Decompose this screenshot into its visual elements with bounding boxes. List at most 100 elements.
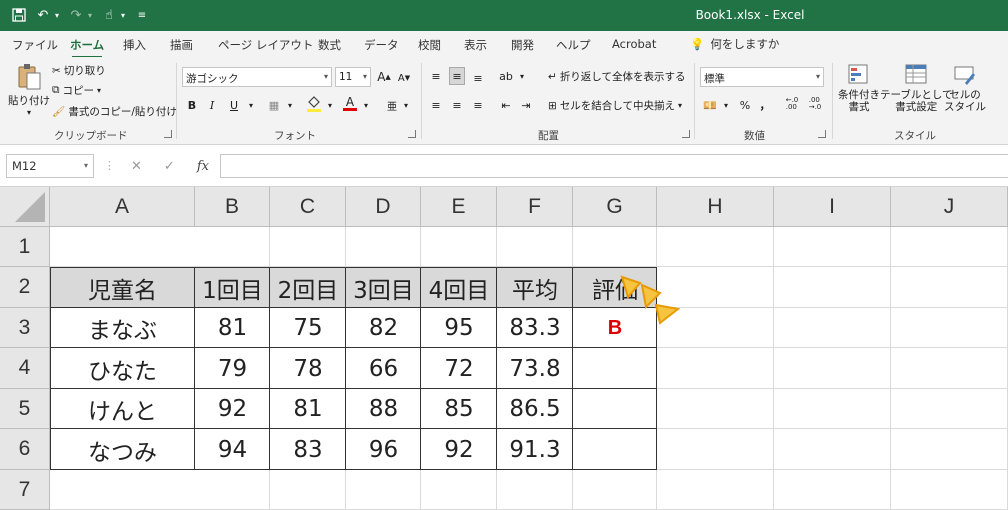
table-cell[interactable]: 81 (270, 389, 346, 429)
conditional-formatting-button[interactable]: 条件付き 書式 (838, 63, 880, 113)
worksheet-grid[interactable]: A B C D E F G H I J 1 2 3 4 5 6 7 児童名 1回目 2回目 3回目 4回目 平均 評価 まなぶ 8… (0, 187, 1008, 510)
table-cell[interactable]: なつみ (50, 429, 195, 470)
table-cell[interactable]: 75 (270, 308, 346, 348)
borders-icon[interactable]: ▦ (266, 96, 282, 114)
table-cell[interactable]: けんと (50, 389, 195, 429)
wrap-text-button[interactable]: ↵ 折り返して全体を表示する (548, 69, 686, 84)
column-header-e[interactable]: E (421, 187, 497, 227)
tab-developer[interactable]: 開発 (511, 37, 534, 53)
table-cell[interactable]: 85 (421, 389, 497, 429)
table-cell[interactable]: ひなた (50, 348, 195, 389)
table-cell[interactable]: 96 (346, 429, 421, 470)
row-header-2[interactable]: 2 (0, 267, 50, 308)
table-cell[interactable]: 95 (421, 308, 497, 348)
tab-help[interactable]: ヘルプ (556, 37, 591, 53)
alignment-launcher-icon[interactable] (682, 130, 690, 138)
format-painter-button[interactable]: 🖌 書式のコピー/貼り付け (52, 104, 177, 119)
cut-button[interactable]: ✂ 切り取り (52, 63, 106, 78)
shrink-font-button[interactable]: A ▼ (396, 69, 412, 87)
orientation-icon[interactable]: ab (498, 67, 514, 85)
align-bottom-icon[interactable]: ≡ (470, 69, 486, 87)
insert-function-button[interactable]: fx (197, 159, 209, 174)
chevron-down-icon[interactable]: ▾ (718, 96, 734, 114)
table-cell[interactable]: 82 (346, 308, 421, 348)
format-as-table-button[interactable]: テーブルとして 書式設定 (880, 63, 953, 113)
table-cell[interactable]: 66 (346, 348, 421, 389)
table-cell[interactable]: 91.3 (497, 429, 573, 470)
table-cell[interactable]: 88 (346, 389, 421, 429)
select-all-button[interactable] (0, 187, 50, 227)
font-launcher-icon[interactable] (408, 130, 416, 138)
font-name-select[interactable]: 游ゴシック ▾ (182, 67, 332, 87)
cell-styles-button[interactable]: セルの スタイル (944, 63, 986, 113)
tab-file[interactable]: ファイル (12, 37, 58, 53)
table-cell[interactable]: 81 (195, 308, 270, 348)
table-cell[interactable]: 92 (421, 429, 497, 470)
fill-color-button[interactable] (306, 95, 322, 113)
table-cell[interactable]: 86.5 (497, 389, 573, 429)
grade-cell[interactable] (573, 348, 657, 389)
name-box[interactable]: M12 ▾ (6, 154, 94, 178)
tell-me-box[interactable]: 💡 何をしますか (690, 36, 779, 52)
table-header-cell[interactable]: 4回目 (421, 267, 497, 308)
column-header-f[interactable]: F (497, 187, 573, 227)
table-cell[interactable]: 73.8 (497, 348, 573, 389)
merge-center-button[interactable]: ⊞ セルを結合して中央揃え ▾ (548, 98, 682, 113)
tab-review[interactable]: 校閲 (418, 37, 441, 53)
table-cell[interactable]: 79 (195, 348, 270, 389)
table-cell[interactable]: 78 (270, 348, 346, 389)
number-format-select[interactable]: 標準 ▾ (700, 67, 824, 87)
percent-button[interactable]: % (737, 96, 753, 114)
grade-cell[interactable] (573, 429, 657, 470)
tab-acrobat[interactable]: Acrobat (612, 37, 656, 51)
column-header-h[interactable]: H (657, 187, 774, 227)
table-header-cell[interactable]: 平均 (497, 267, 573, 308)
table-header-cell[interactable]: 1回目 (195, 267, 270, 308)
row-header-3[interactable]: 3 (0, 308, 50, 348)
table-cell[interactable]: 83.3 (497, 308, 573, 348)
decrease-decimal-button[interactable]: .00 →.0 (804, 95, 826, 113)
underline-button[interactable]: U (226, 96, 242, 114)
table-header-cell[interactable]: 児童名 (50, 267, 195, 308)
align-middle-icon[interactable]: ≡ (449, 67, 465, 85)
increase-indent-icon[interactable]: ⇥ (518, 96, 534, 114)
tab-formulas[interactable]: 数式 (318, 37, 341, 53)
font-size-select[interactable]: 11 ▾ (335, 67, 371, 87)
chevron-down-icon[interactable]: ▾ (398, 96, 414, 114)
row-header-1[interactable]: 1 (0, 227, 50, 267)
paste-button[interactable]: 貼り付け ▾ (8, 63, 50, 117)
enter-icon[interactable]: ✓ (164, 159, 175, 174)
align-left-icon[interactable]: ≡ (428, 96, 444, 114)
comma-button[interactable]: ， (757, 96, 773, 114)
table-cell[interactable]: 94 (195, 429, 270, 470)
chevron-down-icon[interactable]: ▾ (282, 96, 298, 114)
tab-draw[interactable]: 描画 (170, 37, 193, 53)
align-right-icon[interactable]: ≡ (470, 96, 486, 114)
copy-button[interactable]: ⧉ コピー ▾ (52, 83, 101, 98)
cancel-icon[interactable]: ✕ (131, 159, 142, 174)
font-color-button[interactable]: A (342, 94, 358, 112)
column-header-g[interactable]: G (573, 187, 657, 227)
tab-home[interactable]: ホーム (70, 37, 104, 58)
column-header-d[interactable]: D (346, 187, 421, 227)
column-header-b[interactable]: B (195, 187, 270, 227)
table-header-cell[interactable]: 2回目 (270, 267, 346, 308)
chevron-down-icon[interactable]: ▾ (514, 67, 530, 85)
currency-icon[interactable]: 💴 (702, 96, 718, 114)
row-header-5[interactable]: 5 (0, 389, 50, 429)
align-center-icon[interactable]: ≡ (449, 96, 465, 114)
column-header-a[interactable]: A (50, 187, 195, 227)
tab-page-layout[interactable]: ページ レイアウト (218, 37, 313, 53)
table-cell[interactable]: 92 (195, 389, 270, 429)
grow-font-button[interactable]: A ▲ (376, 68, 392, 86)
chevron-down-icon[interactable]: ▾ (243, 96, 259, 114)
column-header-c[interactable]: C (270, 187, 346, 227)
grade-cell[interactable] (573, 389, 657, 429)
table-header-cell[interactable]: 3回目 (346, 267, 421, 308)
tab-view[interactable]: 表示 (464, 37, 487, 53)
table-cell[interactable]: 83 (270, 429, 346, 470)
chevron-down-icon[interactable]: ▾ (358, 96, 374, 114)
increase-decimal-button[interactable]: ←.0 .00 (781, 95, 803, 113)
column-header-i[interactable]: I (774, 187, 891, 227)
column-header-j[interactable]: J (891, 187, 1008, 227)
